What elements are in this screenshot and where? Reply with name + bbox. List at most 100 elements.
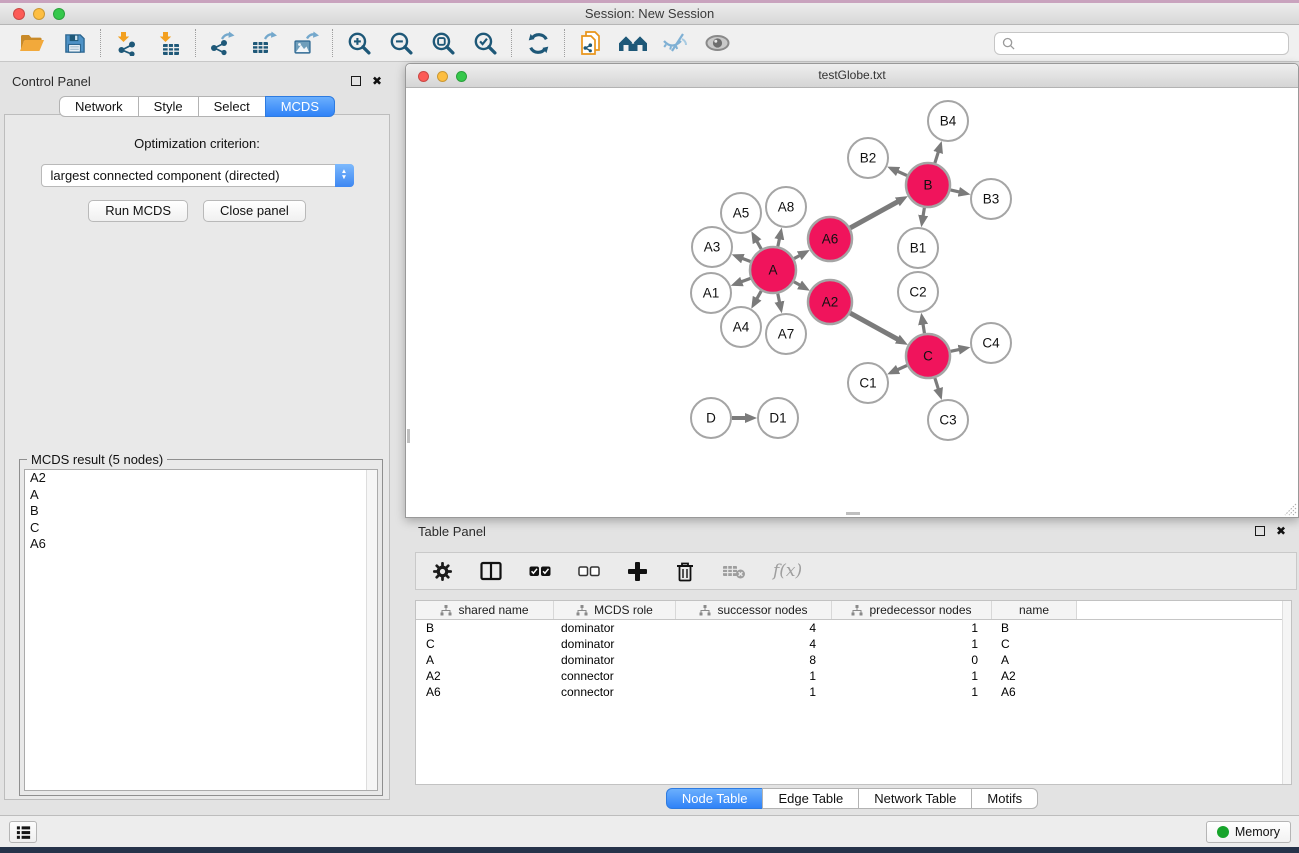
dropdown-stepper-icon[interactable]: ▲▼ [335,164,354,187]
graph-node-A3[interactable]: A3 [692,227,732,267]
import-table-button[interactable] [152,28,186,58]
graph-edge-B-B3[interactable] [950,190,959,192]
graph-edge-B-B2[interactable] [897,171,907,175]
graph-edge-B-B4[interactable] [935,152,939,164]
graph-node-A7[interactable]: A7 [766,314,806,354]
zoom-in-button[interactable] [342,28,376,58]
graph-edge-A-A2[interactable] [794,282,800,286]
graph-node-C1[interactable]: C1 [848,363,888,403]
refresh-button[interactable] [521,28,555,58]
graph-node-A2[interactable]: A2 [808,280,852,324]
minimize-window-button[interactable] [33,8,45,20]
graph-node-C4[interactable]: C4 [971,323,1011,363]
graph-node-B2[interactable]: B2 [848,138,888,178]
show-graphics-details-button[interactable] [700,28,734,58]
export-image-button[interactable] [289,28,323,58]
minimize-network-window-button[interactable] [437,71,448,82]
column-layout-button[interactable] [480,561,502,581]
mcds-result-item[interactable]: B [25,503,377,520]
delete-column-button[interactable] [675,561,695,582]
canvas-horizontal-scrollbar[interactable] [846,512,860,515]
tab-mcds[interactable]: MCDS [265,96,335,117]
column-header-successor-nodes[interactable]: successor nodes [676,601,832,619]
table-settings-button[interactable] [432,561,453,582]
column-header-predecessor-nodes[interactable]: predecessor nodes [832,601,992,619]
graph-edge-A-A1[interactable] [741,278,750,282]
column-header-mcds-role[interactable]: MCDS role [554,601,676,619]
graph-edge-C-C2[interactable] [923,324,925,334]
graph-node-A1[interactable]: A1 [691,273,731,313]
column-header-shared-name[interactable]: shared name [416,601,554,619]
table-row[interactable]: Adominator80A [416,652,1291,668]
graph-edge-A-A7[interactable] [778,294,780,303]
graph-node-D1[interactable]: D1 [758,398,798,438]
result-list-scrollbar[interactable] [366,470,377,790]
tab-node-table[interactable]: Node Table [666,788,764,809]
graph-edge-A-A3[interactable] [742,258,751,261]
close-window-button[interactable] [13,8,25,20]
create-column-button[interactable] [627,561,648,582]
table-scrollbar[interactable] [1282,601,1291,784]
mcds-result-item[interactable]: C [25,520,377,537]
panel-list-button[interactable] [9,821,37,843]
mcds-result-item[interactable]: A [25,487,377,504]
graph-node-B4[interactable]: B4 [928,101,968,141]
tab-select[interactable]: Select [198,96,266,117]
graph-edge-A6-B[interactable] [850,201,898,227]
tab-motifs[interactable]: Motifs [971,788,1038,809]
graph-node-A8[interactable]: A8 [766,187,806,227]
open-session-button[interactable] [15,28,49,58]
float-table-panel-icon[interactable] [1255,526,1265,536]
table-row[interactable]: A2connector11A2 [416,668,1291,684]
optimization-criterion-dropdown[interactable]: largest connected component (directed) ▲… [41,164,354,187]
graph-edge-A-A6[interactable] [794,255,800,258]
tab-network-table[interactable]: Network Table [858,788,972,809]
tab-edge-table[interactable]: Edge Table [762,788,859,809]
zoom-network-window-button[interactable] [456,71,467,82]
table-row[interactable]: Cdominator41C [416,636,1291,652]
close-table-panel-icon[interactable]: ✖ [1276,525,1286,537]
select-all-button[interactable] [529,564,551,578]
canvas-vertical-scrollbar[interactable] [407,429,410,443]
mcds-result-item[interactable]: A6 [25,536,377,553]
table-row[interactable]: Bdominator41B [416,620,1291,636]
deselect-all-button[interactable] [578,564,600,578]
graph-edge-A2-C[interactable] [850,313,898,339]
graph-edge-B-B1[interactable] [923,208,924,217]
close-panel-button[interactable]: Close panel [203,200,306,222]
graph-edge-C-C1[interactable] [897,365,907,369]
graph-node-A5[interactable]: A5 [721,193,761,233]
tab-style[interactable]: Style [138,96,199,117]
column-header-name[interactable]: name [992,601,1077,619]
mcds-result-item[interactable]: A2 [25,470,377,487]
graph-edge-C-C4[interactable] [951,349,960,351]
graph-node-C2[interactable]: C2 [898,272,938,312]
graph-node-B1[interactable]: B1 [898,228,938,268]
float-panel-icon[interactable] [351,76,361,86]
resize-grip-icon[interactable] [1283,502,1297,516]
graph-node-B3[interactable]: B3 [971,179,1011,219]
close-network-window-button[interactable] [418,71,429,82]
export-table-button[interactable] [247,28,281,58]
graph-edge-A-A5[interactable] [757,241,762,249]
graph-node-C3[interactable]: C3 [928,400,968,440]
graph-node-A6[interactable]: A6 [808,217,852,261]
network-canvas[interactable]: B4B2BB3A5A8A6B1A3AA1C2A2A4A7C4CC1C3DD1 [406,89,1298,517]
zoom-selected-button[interactable] [468,28,502,58]
zoom-window-button[interactable] [53,8,65,20]
graph-edge-C-C3[interactable] [935,378,939,390]
zoom-fit-button[interactable] [426,28,460,58]
zoom-out-button[interactable] [384,28,418,58]
close-panel-icon[interactable]: ✖ [372,75,382,87]
graph-edge-A-A8[interactable] [778,238,780,246]
save-session-button[interactable] [57,28,91,58]
export-network-button[interactable] [205,28,239,58]
graph-node-B[interactable]: B [906,163,950,207]
graph-node-A[interactable]: A [750,247,796,293]
graph-node-D[interactable]: D [691,398,731,438]
run-mcds-button[interactable]: Run MCDS [88,200,188,222]
memory-button[interactable]: Memory [1206,821,1291,843]
graph-node-C[interactable]: C [906,334,950,378]
hide-graphics-details-button[interactable] [658,28,692,58]
graph-edge-A-A4[interactable] [757,291,762,299]
